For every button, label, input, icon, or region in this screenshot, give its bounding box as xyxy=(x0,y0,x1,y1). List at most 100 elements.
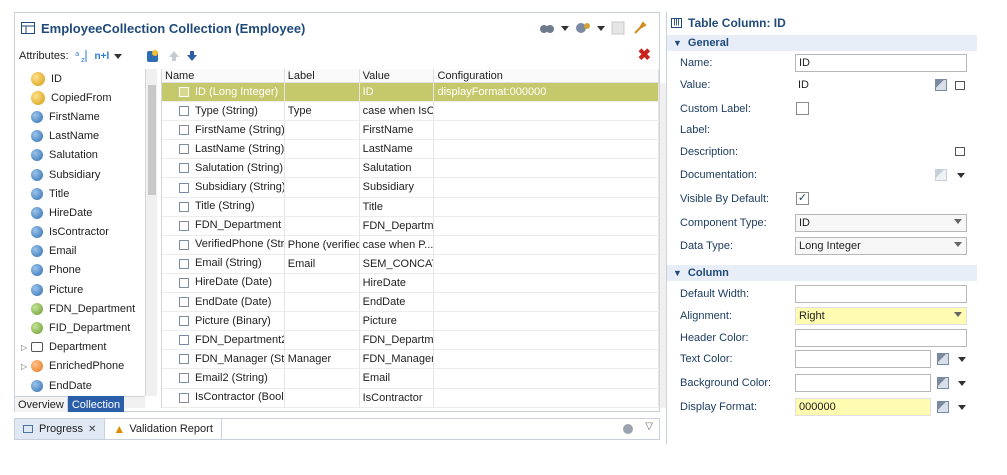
cell-name: Subsidiary (String) xyxy=(162,178,285,197)
table-row[interactable]: VerifiedPhone (Stri...Phone (verified)ca… xyxy=(162,235,659,255)
column-header-configuration[interactable]: Configuration xyxy=(434,69,659,82)
table-row[interactable]: Picture (Binary) Picture xyxy=(162,312,659,332)
alignment-select[interactable]: Right xyxy=(795,307,967,325)
attributes-filter-toggle[interactable]: n+l xyxy=(95,51,110,62)
svg-text:z: z xyxy=(81,56,85,63)
chevron-down-icon[interactable] xyxy=(958,357,966,362)
delete-icon[interactable]: ✖ xyxy=(638,45,651,65)
cell-label xyxy=(285,178,360,197)
visible-by-default-checkbox[interactable]: ✓ xyxy=(796,192,809,205)
table-row[interactable]: FirstName (String) FirstName xyxy=(162,121,659,141)
table-row[interactable]: EndDate (Date) EndDate xyxy=(162,293,659,313)
table-row[interactable]: Title (String) Title xyxy=(162,197,659,217)
chevron-down-icon[interactable] xyxy=(957,173,965,178)
tree-item[interactable]: CopiedFrom xyxy=(17,88,145,107)
display-format-field[interactable]: 000000 xyxy=(795,398,931,416)
tree-item[interactable]: ID xyxy=(17,69,145,88)
text-color-field[interactable] xyxy=(795,350,931,368)
tree-item[interactable]: HireDate xyxy=(17,203,145,222)
component-type-select[interactable]: ID xyxy=(795,214,967,232)
gears-icon[interactable] xyxy=(575,21,591,35)
tab-overview[interactable]: Overview xyxy=(14,396,68,412)
cell-configuration: displayFormat:000000 xyxy=(434,83,659,102)
cell-value: FDN_Departm... xyxy=(360,216,435,235)
tree-item[interactable]: IsContractor xyxy=(17,223,145,242)
name-field[interactable]: ID xyxy=(795,54,967,72)
table-row[interactable]: FDN_Manager (Stri...ManagerFDN_Manager xyxy=(162,350,659,370)
tree-item[interactable]: ▷ EnrichedPhone xyxy=(17,357,145,376)
table-row[interactable]: HireDate (Date) HireDate xyxy=(162,273,659,294)
column-type-icon xyxy=(179,316,189,327)
dialog-icon[interactable] xyxy=(955,81,965,90)
tree-item[interactable]: FDN_Department xyxy=(17,299,145,318)
tab-collection[interactable]: Collection xyxy=(67,396,125,412)
section-general[interactable]: ▼ General xyxy=(667,35,977,51)
tree-vertical-scrollbar[interactable] xyxy=(145,69,157,396)
edit-expression-icon[interactable] xyxy=(937,377,949,389)
tree-item[interactable]: Salutation xyxy=(17,146,145,165)
tree-item[interactable]: Title xyxy=(17,184,145,203)
chevron-down-icon[interactable] xyxy=(958,381,966,386)
tab-progress[interactable]: Progress ✕ xyxy=(15,419,106,439)
expand-arrow-icon[interactable]: ▷ xyxy=(21,362,27,371)
cell-label xyxy=(285,216,360,235)
tree-item[interactable]: Phone xyxy=(17,261,145,280)
table-row[interactable]: FDN_Department2 ... FDN_Departm... xyxy=(162,331,659,351)
table-row[interactable]: ID (Long Integer) ID displayFormat:000000 xyxy=(162,83,659,103)
table-row[interactable]: IsContractor (Boole... IsContractor xyxy=(162,388,659,408)
tab-validation-report[interactable]: ▲ Validation Report xyxy=(105,419,222,439)
cell-name: Salutation (String) xyxy=(162,159,285,178)
tree-item[interactable]: LastName xyxy=(17,127,145,146)
collection-editor: EmployeeCollection Collection (Employee)… xyxy=(14,12,673,412)
column-type-icon xyxy=(179,201,189,212)
binoculars-icon[interactable] xyxy=(539,21,555,35)
table-row[interactable]: Subsidiary (String) Subsidiary xyxy=(162,178,659,198)
dialog-icon[interactable] xyxy=(955,147,965,156)
chevron-down-icon[interactable] xyxy=(958,405,966,410)
table-row[interactable]: Email2 (String) Email xyxy=(162,369,659,389)
tree-item[interactable]: FID_Department xyxy=(17,318,145,337)
pin-icon[interactable] xyxy=(633,21,649,35)
tree-item[interactable]: EndDate xyxy=(17,376,145,395)
clear-icon[interactable] xyxy=(621,422,635,436)
tree-item[interactable]: Picture xyxy=(17,280,145,299)
add-column-icon[interactable] xyxy=(146,49,160,63)
tree-item[interactable]: Email xyxy=(17,242,145,261)
tree-item[interactable]: ▷ Department xyxy=(17,338,145,357)
header-color-field[interactable] xyxy=(795,329,967,347)
table-row[interactable]: LastName (String) LastName xyxy=(162,140,659,160)
cell-value: FDN_Manager xyxy=(360,350,435,369)
column-header-value[interactable]: Value xyxy=(360,69,435,82)
data-type-select[interactable]: Long Integer xyxy=(795,237,967,255)
edit-expression-icon[interactable] xyxy=(937,401,949,413)
edit-expression-icon[interactable] xyxy=(935,79,947,91)
view-menu-icon[interactable]: ▽ xyxy=(645,421,653,432)
chevron-down-icon[interactable] xyxy=(561,25,569,31)
column-header-label[interactable]: Label xyxy=(285,69,360,82)
tree-item[interactable]: Subsidiary xyxy=(17,165,145,184)
expand-arrow-icon[interactable]: ▷ xyxy=(21,343,27,352)
edit-expression-icon[interactable] xyxy=(937,353,949,365)
save-disabled-icon xyxy=(611,21,625,35)
table-row[interactable]: FDN_Department (... FDN_Departm... xyxy=(162,216,659,236)
cell-name: EndDate (Date) xyxy=(162,293,285,312)
sort-icon[interactable]: az xyxy=(75,49,89,63)
chevron-down-icon[interactable] xyxy=(597,25,605,31)
chevron-down-icon[interactable] xyxy=(114,53,123,59)
attributes-label: Attributes: xyxy=(19,50,69,62)
custom-label-checkbox[interactable] xyxy=(796,102,809,115)
cell-label xyxy=(285,83,360,102)
foreign-key-icon xyxy=(31,302,43,315)
tree-item[interactable]: FirstName xyxy=(17,107,145,126)
cell-configuration xyxy=(434,216,659,235)
section-column[interactable]: ▼ Column xyxy=(667,265,977,281)
table-row[interactable]: Salutation (String) Salutation xyxy=(162,159,659,179)
close-icon[interactable]: ✕ xyxy=(88,424,96,435)
column-header-name[interactable]: Name xyxy=(162,69,285,82)
table-row[interactable]: Type (String)Typecase when IsC... xyxy=(162,102,659,122)
table-row[interactable]: Email (String)EmailSEM_CONCAT... xyxy=(162,254,659,274)
move-down-icon[interactable] xyxy=(186,50,198,62)
cell-name: IsContractor (Boole... xyxy=(162,388,285,407)
default-width-field[interactable] xyxy=(795,285,967,303)
background-color-field[interactable] xyxy=(795,374,931,392)
